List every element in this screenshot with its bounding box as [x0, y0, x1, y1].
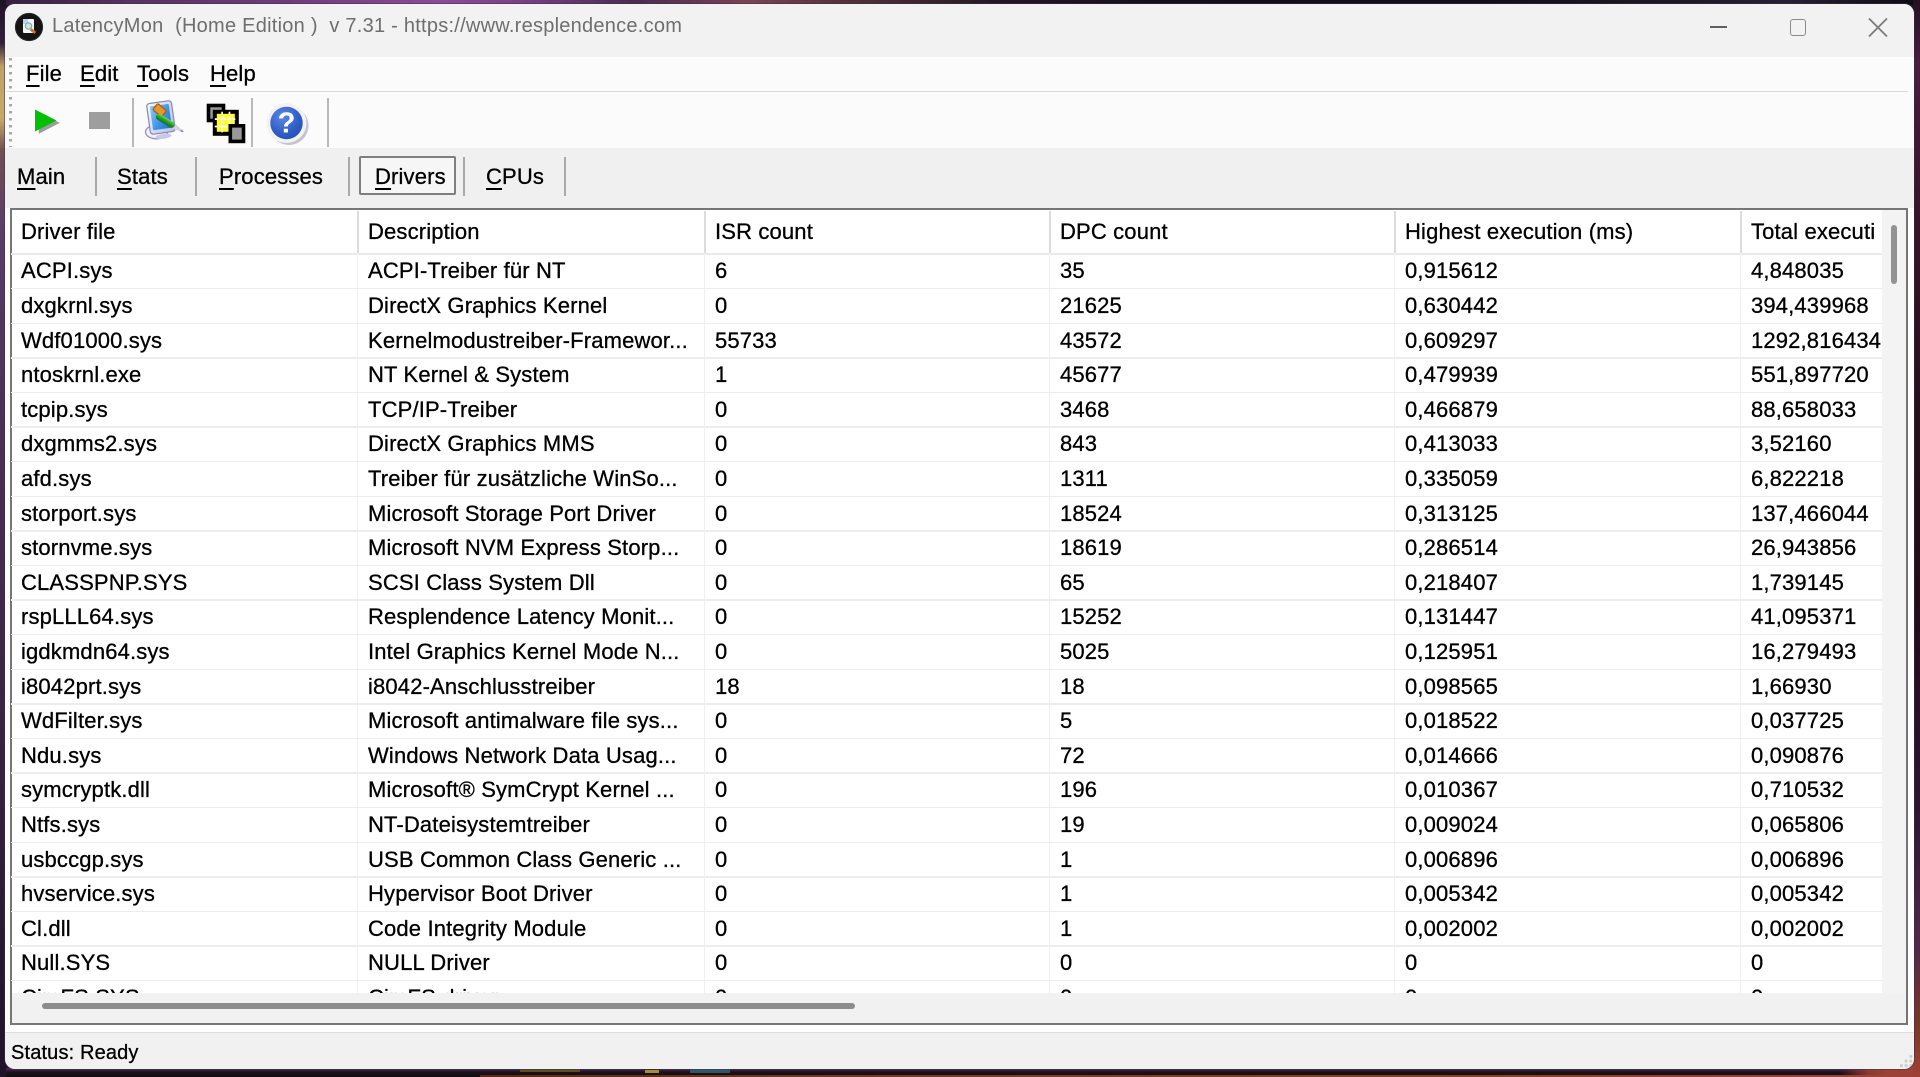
svg-text:?: ? [278, 108, 296, 140]
